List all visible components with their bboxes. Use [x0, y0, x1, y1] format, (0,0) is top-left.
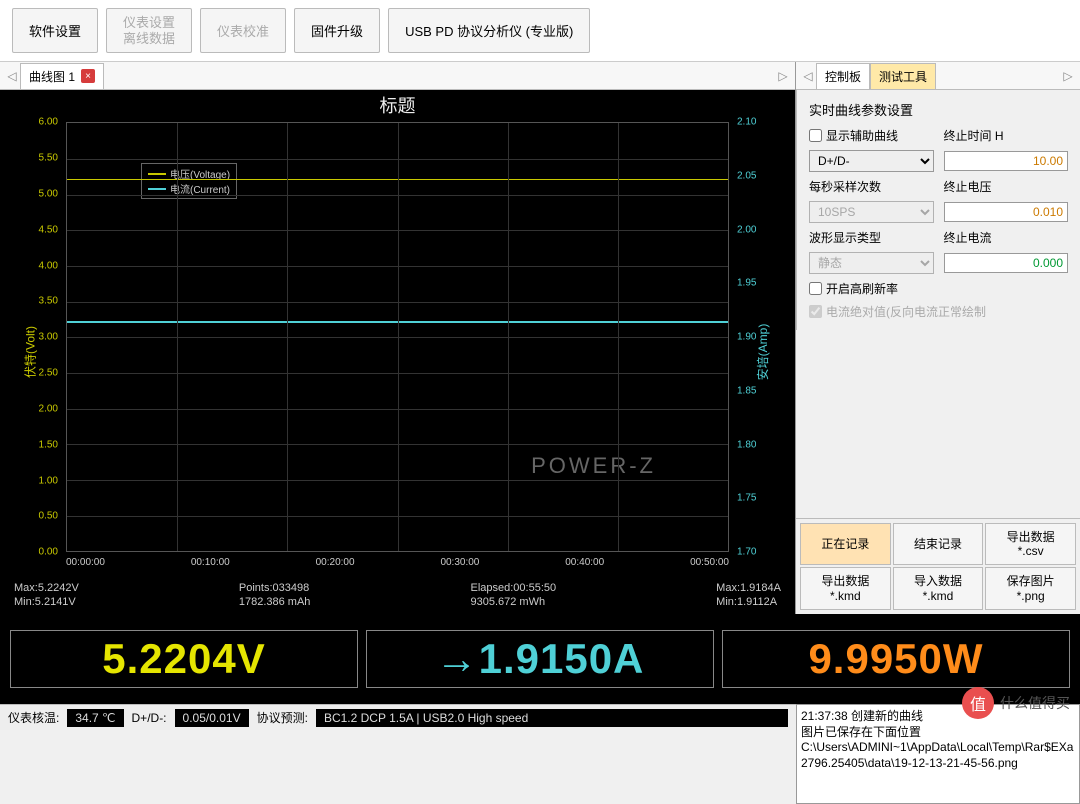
record-button-grid: 正在记录 结束记录 导出数据 *.csv 导出数据 *.kmd 导入数据 *.k…: [796, 518, 1080, 615]
site-watermark: 值 什么值得买: [962, 687, 1070, 719]
site-logo-icon: 值: [962, 687, 994, 719]
pd-analyzer-button[interactable]: USB PD 协议分析仪 (专业版): [388, 8, 590, 53]
readout-voltage: 5.2204V: [10, 630, 358, 688]
stat-mwh: 9305.672 mWh: [470, 596, 556, 608]
export-kmd-button[interactable]: 导出数据 *.kmd: [800, 567, 891, 610]
save-png-button[interactable]: 保存图片 *.png: [985, 567, 1076, 610]
end-a-label: 终止电流: [944, 229, 1069, 246]
left-tab-strip: ◁ 曲线图 1 × ▷: [0, 62, 795, 90]
right-tab-strip: ◁ 控制板 测试工具 ▷: [796, 62, 1080, 90]
control-panel: 实时曲线参数设置 显示辅助曲线 终止时间 H D+/D- 每秒采样次数 终止电压…: [796, 90, 1080, 330]
recording-button[interactable]: 正在记录: [800, 523, 891, 566]
meter-calibration-button[interactable]: 仪表校准: [200, 8, 286, 53]
stat-mah: 1782.386 mAh: [239, 596, 311, 608]
stat-max-v: Max:5.2242V: [14, 582, 79, 594]
export-csv-button[interactable]: 导出数据 *.csv: [985, 523, 1076, 566]
tab-scroll-left-icon[interactable]: ◁: [4, 69, 20, 83]
proto-value: BC1.2 DCP 1.5A | USB2.0 High speed: [316, 709, 788, 727]
chart-title: 标题: [0, 90, 795, 118]
sps-select[interactable]: 10SPS: [809, 201, 934, 223]
stat-points: Points:033498: [239, 582, 311, 594]
firmware-upgrade-button[interactable]: 固件升级: [294, 8, 380, 53]
high-refresh-label: 开启高刷新率: [826, 280, 898, 297]
wave-select[interactable]: 静态: [809, 252, 934, 274]
show-aux-label: 显示辅助曲线: [826, 127, 898, 144]
y-axis-right-ticks: 2.102.052.001.951.901.851.801.751.70: [733, 122, 767, 552]
stat-elapsed: Elapsed:00:55:50: [470, 582, 556, 594]
aux-select[interactable]: D+/D-: [809, 150, 934, 172]
stat-min-a: Min:1.9112A: [716, 596, 781, 608]
stat-min-v: Min:5.2141V: [14, 596, 79, 608]
control-panel-title: 实时曲线参数设置: [809, 100, 1068, 119]
dpdm-value: 0.05/0.01V: [175, 709, 249, 727]
end-v-label: 终止电压: [944, 178, 1069, 195]
show-aux-checkbox[interactable]: [809, 129, 822, 142]
temp-value: 34.7 ℃: [67, 709, 123, 727]
end-v-input[interactable]: [944, 202, 1069, 222]
end-record-button[interactable]: 结束记录: [893, 523, 984, 566]
curve-tab-1[interactable]: 曲线图 1 ×: [20, 63, 104, 89]
abs-current-label: 电流绝对值(反向电流正常绘制: [826, 303, 986, 320]
tab-scroll-right-icon[interactable]: ▷: [1060, 69, 1076, 83]
chart-watermark: POWER-Z: [531, 453, 656, 479]
tab-scroll-left-icon[interactable]: ◁: [800, 69, 816, 83]
site-watermark-text: 什么值得买: [1000, 693, 1070, 713]
live-readouts: 5.2204V →1.9150A 9.9950W: [0, 614, 1080, 704]
tab-control-panel[interactable]: 控制板: [816, 63, 870, 89]
y-axis-left-ticks: 6.005.505.004.504.003.503.002.502.001.50…: [28, 122, 62, 552]
abs-current-checkbox: [809, 305, 822, 318]
proto-label: 协议预测:: [257, 709, 308, 726]
tab-scroll-right-icon[interactable]: ▷: [775, 69, 791, 83]
end-a-input[interactable]: [944, 253, 1069, 273]
main-toolbar: 软件设置 仪表设置 离线数据 仪表校准 固件升级 USB PD 协议分析仪 (专…: [0, 0, 1080, 62]
software-settings-button[interactable]: 软件设置: [12, 8, 98, 53]
log-line: 图片已保存在下面位置: [801, 725, 1075, 741]
temp-label: 仪表核温:: [8, 709, 59, 726]
high-refresh-checkbox[interactable]: [809, 282, 822, 295]
dpdm-label: D+/D-:: [132, 711, 167, 725]
stat-max-a: Max:1.9184A: [716, 582, 781, 594]
wave-label: 波形显示类型: [809, 229, 934, 246]
x-axis-ticks: 00:00:0000:10:0000:20:0000:30:0000:40:00…: [66, 557, 729, 568]
end-time-input[interactable]: [944, 151, 1069, 171]
readout-current: →1.9150A: [366, 630, 714, 688]
log-line: C:\Users\ADMINI~1\AppData\Local\Temp\Rar…: [801, 740, 1075, 771]
close-icon[interactable]: ×: [81, 69, 95, 83]
plot-region[interactable]: 电压(Voltage) 电流(Current) POWER-Z: [66, 122, 729, 552]
end-time-label: 终止时间 H: [944, 127, 1069, 144]
tab-test-tools[interactable]: 测试工具: [870, 63, 936, 89]
import-kmd-button[interactable]: 导入数据 *.kmd: [893, 567, 984, 610]
chart-stats: Max:5.2242V Min:5.2141V Points:033498 17…: [14, 582, 781, 608]
readout-power: 9.9950W: [722, 630, 1070, 688]
meter-settings-button[interactable]: 仪表设置 离线数据: [106, 8, 192, 53]
log-area[interactable]: 21:37:38 创建新的曲线 图片已保存在下面位置 C:\Users\ADMI…: [796, 704, 1080, 804]
chart-area: 标题 伏特(Volt) 安培(Amp) 6.005.505.004.504.00…: [0, 90, 795, 614]
sps-label: 每秒采样次数: [809, 178, 934, 195]
curve-tab-label: 曲线图 1: [29, 68, 75, 85]
status-bar: 仪表核温: 34.7 ℃ D+/D-: 0.05/0.01V 协议预测: BC1…: [0, 704, 796, 730]
